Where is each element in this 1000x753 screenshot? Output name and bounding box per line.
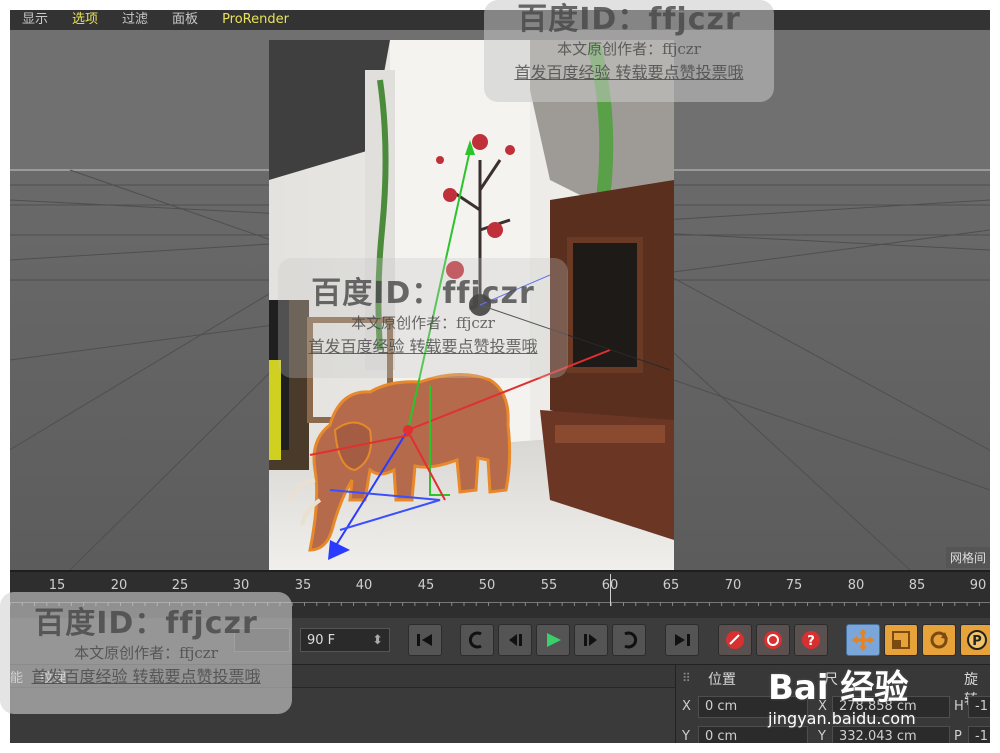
pos-x-label: X xyxy=(682,699,691,714)
rot-h-field[interactable]: -1 xyxy=(968,696,990,718)
step-forward-icon xyxy=(584,634,597,646)
tick-label: 75 xyxy=(785,578,803,593)
baidu-brand: Bai 经验 xyxy=(768,668,909,708)
watermark-notice: 首发百度经验 转载要点赞投票哦 xyxy=(514,63,744,82)
next-key-icon xyxy=(624,631,638,649)
watermark-id: 百度ID：ffjczr xyxy=(311,276,535,311)
watermark-author: 本文原创作者：ffjczr xyxy=(74,644,218,662)
scale-icon xyxy=(892,631,910,649)
go-to-start-button[interactable] xyxy=(408,624,442,656)
pos-y-field[interactable]: 0 cm xyxy=(698,726,808,743)
skip-end-icon xyxy=(675,634,690,646)
tick-label: 40 xyxy=(355,578,373,593)
rot-p-field[interactable]: -1 xyxy=(968,726,990,743)
play-button[interactable] xyxy=(536,624,570,656)
grid-spacing-label: 网格间 xyxy=(945,547,990,568)
autokey-icon xyxy=(764,631,782,649)
watermark-author: 本文原创作者：ffjczr xyxy=(351,314,495,332)
size-y-label: Y xyxy=(818,729,826,743)
tick-label: 15 xyxy=(48,578,66,593)
position-heading: 位置 xyxy=(708,672,736,688)
end-frame-field[interactable]: 90 F ⬍ xyxy=(300,628,390,652)
playhead[interactable] xyxy=(610,574,611,606)
next-frame-button[interactable] xyxy=(574,624,608,656)
param-tool-button[interactable]: P xyxy=(960,624,990,656)
rotate-tool-button[interactable] xyxy=(922,624,956,656)
watermark-id: 百度ID：ffjczr xyxy=(34,606,258,641)
watermark-notice: 首发百度经验 转载要点赞投票哦 xyxy=(31,667,261,686)
next-key-button[interactable] xyxy=(612,624,646,656)
tick-label: 55 xyxy=(540,578,558,593)
size-y-field[interactable]: 332.043 cm xyxy=(832,726,950,743)
move-icon xyxy=(852,629,874,651)
menu-options[interactable]: 选项 xyxy=(60,10,110,30)
tick-label: 65 xyxy=(662,578,680,593)
tick-label: 30 xyxy=(232,578,250,593)
menu-display[interactable]: 显示 xyxy=(10,10,60,30)
keyframe-selection-button[interactable]: ? xyxy=(794,624,828,656)
help-key-icon: ? xyxy=(802,631,820,649)
previous-key-icon xyxy=(468,631,482,649)
skip-start-icon xyxy=(417,634,432,646)
watermark-bottom: 百度ID：ffjczr 本文原创作者：ffjczr 首发百度经验 转载要点赞投票… xyxy=(0,598,292,687)
pos-y-label: Y xyxy=(682,729,690,743)
play-icon xyxy=(547,633,561,647)
rot-p-label: P xyxy=(954,729,962,743)
svg-text:P: P xyxy=(972,634,982,649)
menu-filter[interactable]: 过滤 xyxy=(110,10,160,30)
rotate-icon xyxy=(930,631,948,649)
autokey-button[interactable] xyxy=(756,624,790,656)
tick-label: 20 xyxy=(110,578,128,593)
previous-frame-button[interactable] xyxy=(498,624,532,656)
grip-icon[interactable]: ⠿ xyxy=(682,671,692,685)
tick-label: 35 xyxy=(294,578,312,593)
baidu-jingyan-logo: Bai 经验 jingyan.baidu.com xyxy=(768,660,916,728)
watermark-top: 百度ID：ffjczr 本文原创作者：ffjczr 首发百度经验 转载要点赞投票… xyxy=(484,0,774,83)
step-back-icon xyxy=(509,634,522,646)
rot-h-label: H xyxy=(954,699,964,714)
record-icon xyxy=(726,631,744,649)
move-tool-button[interactable] xyxy=(846,624,880,656)
menu-panel[interactable]: 面板 xyxy=(160,10,210,30)
tick-label: 90 xyxy=(969,578,987,593)
watermark-center: 百度ID：ffjczr 本文原创作者：ffjczr 首发百度经验 转载要点赞投票… xyxy=(278,268,568,357)
previous-key-button[interactable] xyxy=(460,624,494,656)
watermark-author: 本文原创作者：ffjczr xyxy=(557,40,701,58)
watermark-notice: 首发百度经验 转载要点赞投票哦 xyxy=(308,337,538,356)
record-button[interactable] xyxy=(718,624,752,656)
tick-label: 45 xyxy=(417,578,435,593)
end-frame-value: 90 F xyxy=(307,633,336,648)
param-icon: P xyxy=(967,630,987,650)
baidu-url: jingyan.baidu.com xyxy=(768,709,916,728)
scale-tool-button[interactable] xyxy=(884,624,918,656)
tick-label: 70 xyxy=(724,578,742,593)
tick-label: 85 xyxy=(908,578,926,593)
tick-label: 80 xyxy=(847,578,865,593)
go-to-end-button[interactable] xyxy=(665,624,699,656)
watermark-id: 百度ID：ffjczr xyxy=(517,2,741,37)
tick-label: 50 xyxy=(478,578,496,593)
spinner-icon[interactable]: ⬍ xyxy=(372,629,383,653)
menu-prorender[interactable]: ProRender xyxy=(210,10,301,30)
svg-text:?: ? xyxy=(807,634,815,649)
tick-label: 25 xyxy=(171,578,189,593)
